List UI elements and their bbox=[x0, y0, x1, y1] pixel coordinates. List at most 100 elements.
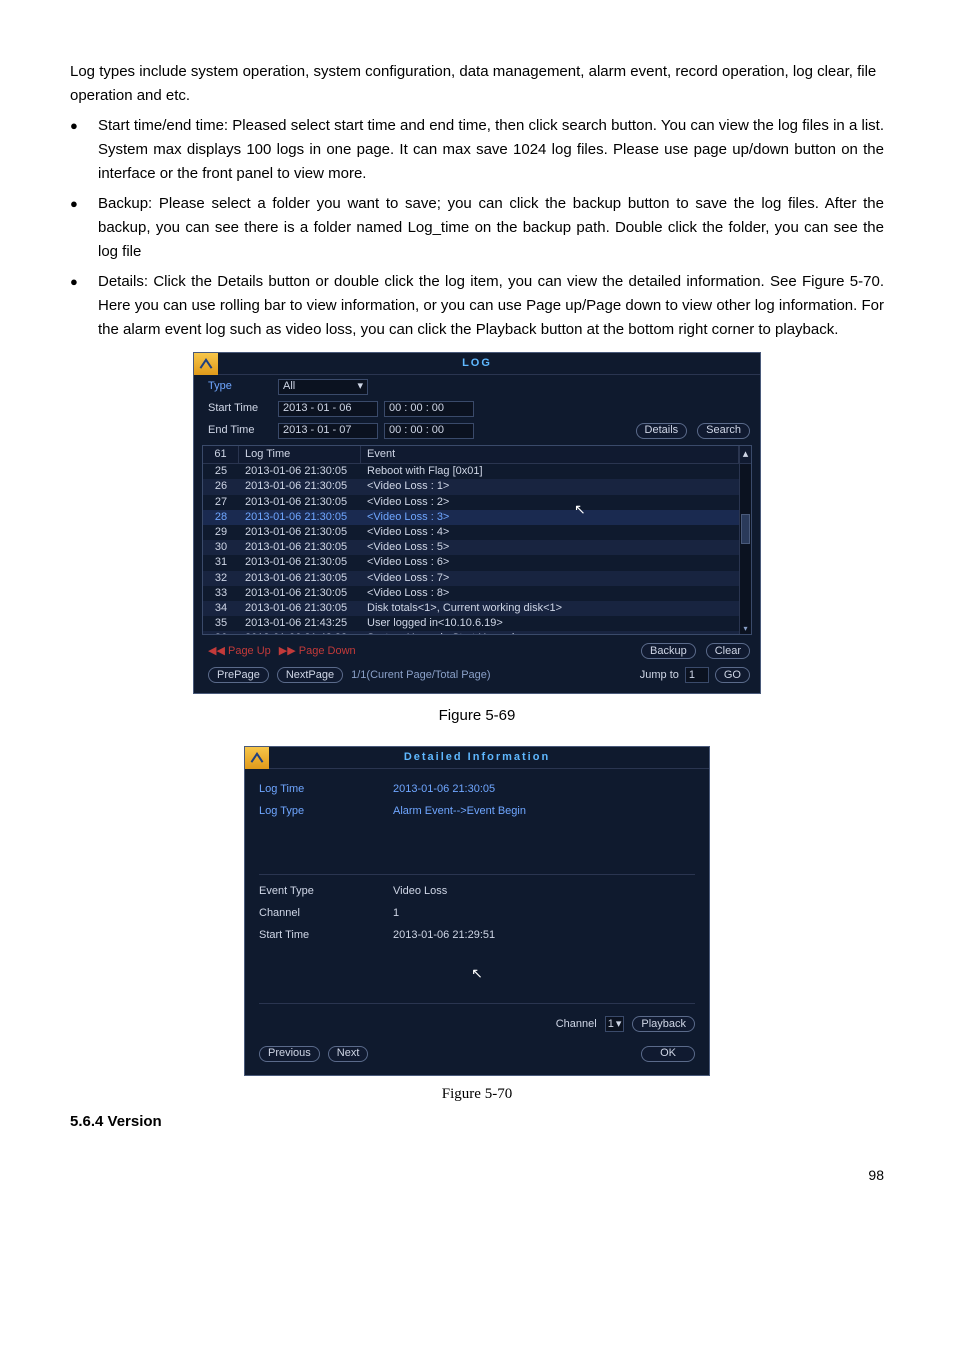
type-dropdown[interactable]: All ▾ bbox=[278, 379, 368, 395]
row-index: 25 bbox=[203, 464, 239, 479]
details-button[interactable]: Details bbox=[636, 423, 688, 439]
end-date-field[interactable]: 2013 - 01 - 07 bbox=[278, 423, 378, 439]
divider bbox=[259, 874, 695, 875]
table-row[interactable]: 292013-01-06 21:30:05<Video Loss : 4> bbox=[203, 525, 739, 540]
row-event: <Video Loss : 5> bbox=[361, 540, 739, 555]
table-row[interactable]: 332013-01-06 21:30:05<Video Loss : 8> bbox=[203, 586, 739, 601]
type-label: Type bbox=[208, 380, 272, 393]
page-down-link[interactable]: ▶▶ Page Down bbox=[279, 645, 356, 658]
clear-button[interactable]: Clear bbox=[706, 643, 750, 659]
vertical-scrollbar[interactable]: ▾ bbox=[739, 464, 751, 634]
row-time: 2013-01-06 21:30:05 bbox=[239, 525, 361, 540]
row-time: 2013-01-06 21:30:05 bbox=[239, 510, 361, 525]
channel-label: Channel bbox=[556, 1016, 597, 1034]
log-table: 61 Log Time Event ▴ 252013-01-06 21:30:0… bbox=[202, 445, 752, 635]
bullet-list: Start time/end time: Pleased select star… bbox=[70, 114, 884, 342]
row-index: 33 bbox=[203, 586, 239, 601]
row-time: 2013-01-06 21:30:05 bbox=[239, 555, 361, 570]
type-value: All bbox=[283, 380, 295, 393]
log-type-key: Log Type bbox=[259, 803, 393, 821]
row-time: 2013-01-06 21:30:05 bbox=[239, 601, 361, 616]
bullet-item: Start time/end time: Pleased select star… bbox=[98, 114, 884, 186]
table-row[interactable]: 342013-01-06 21:30:05Disk totals<1>, Cur… bbox=[203, 601, 739, 616]
row-event: User logged in<10.10.6.19> bbox=[361, 616, 739, 631]
log-titlebar: LOG bbox=[194, 353, 760, 375]
row-event: <Video Loss : 7> bbox=[361, 571, 739, 586]
row-index: 27 bbox=[203, 495, 239, 510]
bullet-item: Details: Click the Details button or dou… bbox=[98, 270, 884, 342]
backup-button[interactable]: Backup bbox=[641, 643, 696, 659]
col-count[interactable]: 61 bbox=[203, 446, 239, 463]
row-index: 32 bbox=[203, 571, 239, 586]
row-index: 34 bbox=[203, 601, 239, 616]
table-row[interactable]: 282013-01-06 21:30:05<Video Loss : 3> bbox=[203, 510, 739, 525]
channel-dropdown[interactable]: 1 ▾ bbox=[605, 1016, 625, 1032]
next-button[interactable]: Next bbox=[328, 1046, 369, 1062]
log-title: LOG bbox=[218, 357, 736, 370]
app-logo-icon bbox=[194, 353, 218, 375]
log-type-value: Alarm Event-->Event Begin bbox=[393, 803, 526, 821]
row-index: 30 bbox=[203, 540, 239, 555]
row-time: 2013-01-06 21:43:33 bbox=[239, 631, 361, 634]
table-row[interactable]: 302013-01-06 21:30:05<Video Loss : 5> bbox=[203, 540, 739, 555]
detail-titlebar: Detailed Information bbox=[245, 747, 709, 769]
row-time: 2013-01-06 21:30:05 bbox=[239, 540, 361, 555]
divider bbox=[259, 1003, 695, 1004]
search-button[interactable]: Search bbox=[697, 423, 750, 439]
table-row[interactable]: 262013-01-06 21:30:05<Video Loss : 1> bbox=[203, 479, 739, 494]
row-event: <Video Loss : 1> bbox=[361, 479, 739, 494]
row-event: Disk totals<1>, Current working disk<1> bbox=[361, 601, 739, 616]
log-table-header: 61 Log Time Event ▴ bbox=[203, 446, 751, 464]
col-event[interactable]: Event bbox=[361, 446, 739, 463]
end-time-field[interactable]: 00 : 00 : 00 bbox=[384, 423, 474, 439]
table-row[interactable]: 252013-01-06 21:30:05Reboot with Flag [0… bbox=[203, 464, 739, 479]
jump-to-label: Jump to bbox=[640, 669, 679, 682]
start-time-field[interactable]: 00 : 00 : 00 bbox=[384, 401, 474, 417]
log-time-key: Log Time bbox=[259, 781, 393, 799]
row-event: <Video Loss : 3> bbox=[361, 510, 739, 525]
table-row[interactable]: 322013-01-06 21:30:05<Video Loss : 7> bbox=[203, 571, 739, 586]
detail-title: Detailed Information bbox=[269, 749, 685, 767]
row-time: 2013-01-06 21:30:05 bbox=[239, 495, 361, 510]
row-event: <Video Loss : 2> bbox=[361, 495, 739, 510]
bullet-item: Backup: Please select a folder you want … bbox=[98, 192, 884, 264]
end-time-label: End Time bbox=[208, 424, 272, 437]
row-time: 2013-01-06 21:30:05 bbox=[239, 464, 361, 479]
row-index: 31 bbox=[203, 555, 239, 570]
row-index: 36 bbox=[203, 631, 239, 634]
figure-caption-2: Figure 5-70 bbox=[70, 1082, 884, 1106]
go-button[interactable]: GO bbox=[715, 667, 750, 683]
row-time: 2013-01-06 21:30:05 bbox=[239, 586, 361, 601]
row-event: System Upgrade:Start Upgrade bbox=[361, 631, 739, 634]
scrollbar-thumb[interactable] bbox=[741, 514, 750, 544]
row-index: 35 bbox=[203, 616, 239, 631]
page-number: 98 bbox=[70, 1164, 884, 1186]
row-index: 28 bbox=[203, 510, 239, 525]
row-event: <Video Loss : 6> bbox=[361, 555, 739, 570]
chevron-down-icon: ▾ bbox=[357, 380, 363, 393]
channel-key: Channel bbox=[259, 905, 393, 923]
jump-to-input[interactable]: 1 bbox=[685, 667, 709, 683]
log-window: LOG Type All ▾ Start Time 2013 - 01 - 06… bbox=[193, 352, 761, 694]
page-up-link[interactable]: ◀◀ Page Up bbox=[208, 645, 271, 658]
scroll-up-icon[interactable]: ▴ bbox=[739, 446, 751, 463]
start-time-key: Start Time bbox=[259, 927, 393, 945]
col-log-time[interactable]: Log Time bbox=[239, 446, 361, 463]
ok-button[interactable]: OK bbox=[641, 1046, 695, 1062]
previous-button[interactable]: Previous bbox=[259, 1046, 320, 1062]
row-event: Reboot with Flag [0x01] bbox=[361, 464, 739, 479]
nextpage-button[interactable]: NextPage bbox=[277, 667, 343, 683]
start-date-field[interactable]: 2013 - 01 - 06 bbox=[278, 401, 378, 417]
table-row[interactable]: 362013-01-06 21:43:33System Upgrade:Star… bbox=[203, 631, 739, 634]
playback-button[interactable]: Playback bbox=[632, 1016, 695, 1032]
event-type-key: Event Type bbox=[259, 883, 393, 901]
scroll-down-icon[interactable]: ▾ bbox=[740, 624, 751, 634]
figure-caption-1: Figure 5-69 bbox=[70, 704, 884, 728]
row-index: 26 bbox=[203, 479, 239, 494]
table-row[interactable]: 352013-01-06 21:43:25User logged in<10.1… bbox=[203, 616, 739, 631]
table-row[interactable]: 312013-01-06 21:30:05<Video Loss : 6> bbox=[203, 555, 739, 570]
event-type-value: Video Loss bbox=[393, 883, 447, 901]
table-row[interactable]: 272013-01-06 21:30:05<Video Loss : 2> bbox=[203, 495, 739, 510]
cursor-icon: ↖ bbox=[259, 962, 695, 984]
prepage-button[interactable]: PrePage bbox=[208, 667, 269, 683]
